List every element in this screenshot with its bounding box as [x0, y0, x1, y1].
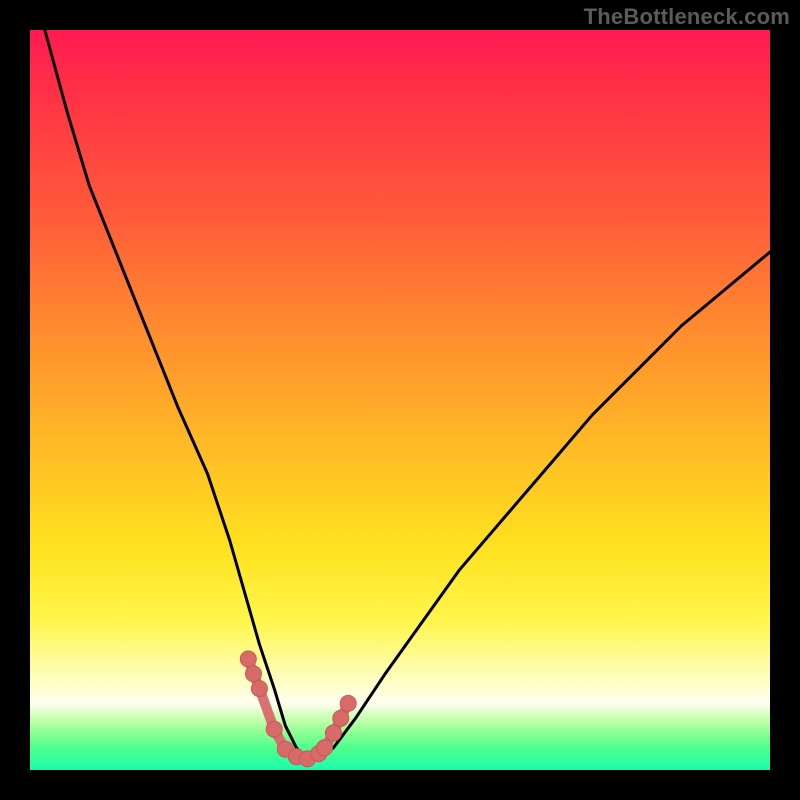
data-marker — [240, 651, 256, 667]
data-marker — [266, 721, 282, 737]
data-marker — [317, 740, 333, 756]
data-marker — [245, 666, 261, 682]
data-marker — [325, 725, 341, 741]
plot-area — [30, 30, 770, 770]
curve-layer — [30, 30, 770, 770]
watermark-text: TheBottleneck.com — [584, 4, 790, 30]
data-marker — [340, 695, 356, 711]
chart-frame: TheBottleneck.com — [0, 0, 800, 800]
data-marker — [333, 710, 349, 726]
marker-connector — [248, 659, 348, 759]
data-marker — [251, 681, 267, 697]
bottleneck-curve — [45, 30, 770, 759]
